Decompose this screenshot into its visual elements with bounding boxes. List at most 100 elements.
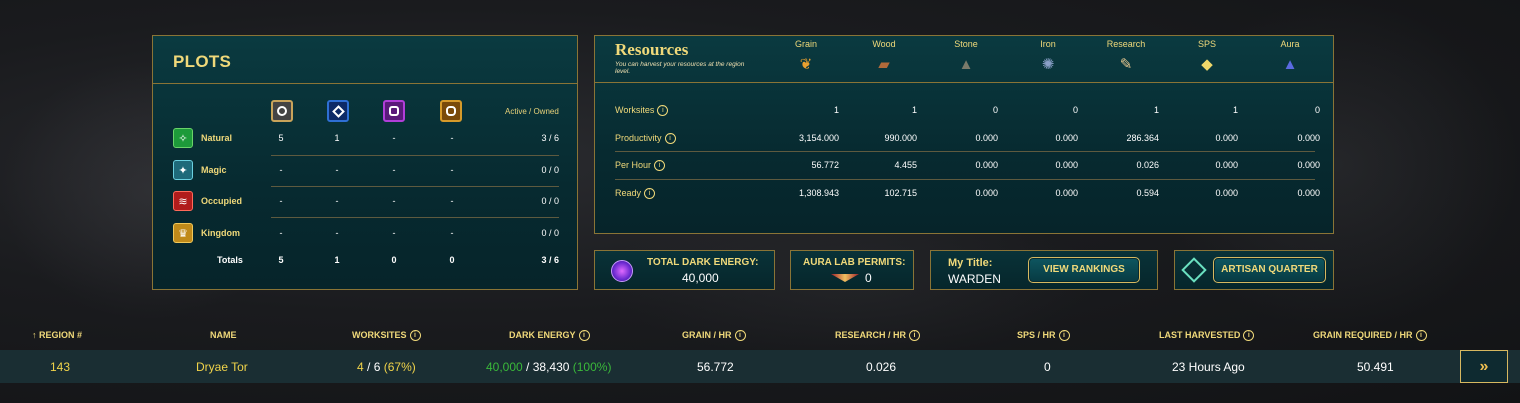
row-label: Worksites i [615,105,669,117]
resource-value: 286.364 [1126,133,1159,143]
resources-panel: Resources You can harvest your resources… [594,35,1334,234]
plots-title: PLOTS [173,52,232,71]
sort-arrow-icon: ↑ [32,330,37,340]
resource-value: 0.000 [1297,160,1320,170]
epic-tier-icon [383,100,405,122]
resource-col-aura: Aura ▲ [1255,39,1325,75]
divider [615,179,1315,180]
plot-count: - [335,165,339,175]
totals-label: Totals [217,255,243,265]
resource-value: 0 [1314,105,1320,115]
total-count: 1 [334,255,340,265]
resource-col-research: Research ✎ [1091,39,1161,75]
resource-col-stone: Stone ▲ [931,39,1001,75]
info-icon[interactable]: i [644,188,656,200]
plot-count: - [450,196,454,206]
resource-label: Stone [954,39,978,49]
my-title-label: My Title: [948,257,993,269]
resource-value: 1 [833,105,839,115]
info-icon: i [1415,330,1427,342]
view-rankings-button[interactable]: VIEW RANKINGS [1028,257,1140,283]
info-icon[interactable]: i [657,105,669,117]
plot-count: - [279,196,283,206]
info-icon: i [1058,330,1070,342]
divider [153,83,577,84]
grain-hr-value: 56.772 [697,360,734,374]
plot-count: - [335,196,339,206]
resource-value: 0.000 [1297,133,1320,143]
resource-value: 0.000 [1215,188,1238,198]
resource-value: 0.000 [1215,133,1238,143]
resource-value: 0.026 [1136,160,1159,170]
info-icon: i [909,330,921,342]
open-region-button[interactable]: » [1460,350,1508,383]
divider [271,217,559,218]
resource-value: 0.594 [1136,188,1159,198]
resource-label: Aura [1280,39,1300,49]
plot-row-natural: ✧ Natural 5 1 - - 3 / 6 [171,128,559,150]
last-harvested-header[interactable]: LAST HARVESTED i [1159,330,1255,342]
resources-subtitle: You can harvest your resources at the re… [615,61,745,75]
rare-tier-icon [327,100,349,122]
permit-icon [831,274,859,282]
grain-hr-header[interactable]: GRAIN / HR i [682,330,746,342]
sort-region-header[interactable]: ↑ REGION # [32,330,82,340]
artisan-icon [1181,257,1207,283]
info-icon[interactable]: i [664,133,676,145]
plot-count: - [450,228,454,238]
info-icon: i [578,330,590,342]
plot-name: Occupied [201,196,243,206]
resource-col-iron: Iron ✺ [1013,39,1083,75]
total-count: 0 [449,255,455,265]
info-icon: i [1243,330,1255,342]
plot-count: - [392,133,396,143]
dark-energy-icon [611,260,633,282]
resource-value: 0 [992,105,998,115]
info-icon: i [409,330,421,342]
resource-col-wood: Wood ▰ [849,39,919,75]
name-header[interactable]: NAME [210,330,237,340]
resources-title: Resources [615,40,689,59]
aura-lab-value: 0 [865,271,872,285]
total-count: 5 [278,255,284,265]
resource-value: 0.000 [975,188,998,198]
dark-energy-header[interactable]: DARK ENERGY i [509,330,590,342]
plot-name: Magic [201,165,227,175]
artisan-quarter-button[interactable]: ARTISAN QUARTER [1213,257,1326,283]
resource-value: 0.000 [1055,160,1078,170]
plot-count: - [392,196,396,206]
info-icon[interactable]: i [654,160,666,172]
grain-required-value: 50.491 [1357,360,1394,374]
resource-value: 0.000 [1055,133,1078,143]
divider [615,151,1315,152]
worksites-header[interactable]: WORKSITES i [352,330,421,342]
total-count: 0 [391,255,397,265]
resource-value: 1 [1153,105,1159,115]
grain-required-header[interactable]: GRAIN REQUIRED / HR i [1313,330,1427,342]
region-number: 143 [50,360,71,374]
row-label: Ready i [615,188,656,200]
worksites-value: 4 / 6 (67%) [357,360,416,374]
plot-count: - [335,228,339,238]
plot-name: Kingdom [201,228,240,238]
sps-hr-header[interactable]: SPS / HR i [1017,330,1070,342]
plot-count: - [450,165,454,175]
resource-row-per-hour: Per Hour i 56.772 4.455 0.000 0.000 0.026… [615,155,1320,175]
plot-count: 1 [334,133,340,143]
resource-value: 0.000 [1215,160,1238,170]
table-row[interactable]: 143 Dryae Tor 4 / 6 (67%) 40,000 / 38,43… [0,350,1520,383]
resource-value: 56.772 [811,160,839,170]
resource-label: Iron [1040,39,1056,49]
plot-count: - [450,133,454,143]
active-owned-value: 0 / 0 [541,196,559,206]
plot-count: - [392,228,396,238]
plot-row-kingdom: ♛ Kingdom - - - - 0 / 0 [171,223,559,245]
resource-value: 0 [1072,105,1078,115]
resource-value: 0.000 [975,160,998,170]
research-hr-header[interactable]: RESEARCH / HR i [835,330,921,342]
research-icon: ✎ [1119,56,1133,73]
regions-table-header: ↑ REGION # NAME WORKSITES i DARK ENERGY i … [0,330,1520,344]
dark-energy-label: TOTAL DARK ENERGY: [647,257,759,268]
aura-lab-permits-box: AURA LAB PERMITS: 0 [790,250,914,290]
natural-icon: ✧ [173,128,193,148]
